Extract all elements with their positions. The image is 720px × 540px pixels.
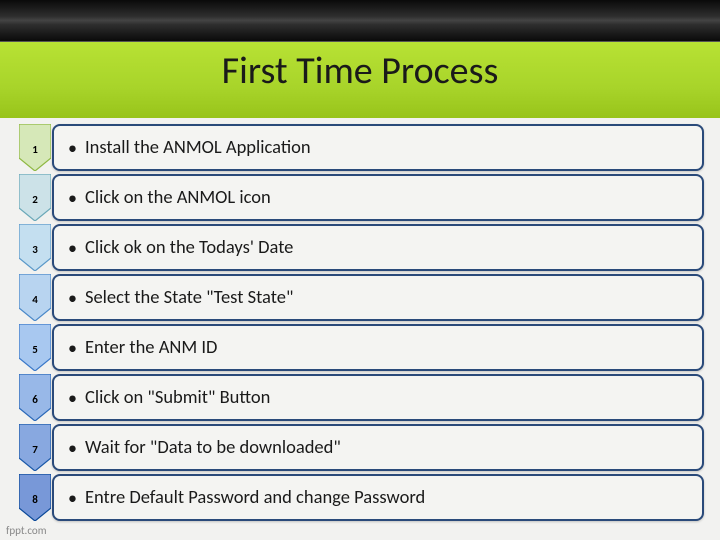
step-number-chevron: 4 xyxy=(16,274,54,321)
bullet-icon: • xyxy=(68,389,77,407)
step-number: 2 xyxy=(32,192,38,205)
step-number: 7 xyxy=(32,442,38,455)
steps-list: 1 • Install the ANMOL Application 2 • Click … xyxy=(16,124,704,518)
step-text-box: • Click ok on the Todays' Date xyxy=(52,224,704,271)
step-number-chevron: 5 xyxy=(16,324,54,371)
footer-watermark: fppt.com xyxy=(6,524,46,537)
step-number: 6 xyxy=(32,392,38,405)
step-text: Click on "Submit" Button xyxy=(85,388,270,407)
step-number: 8 xyxy=(32,492,38,505)
step-row: 3 • Click ok on the Todays' Date xyxy=(16,224,704,271)
bullet-icon: • xyxy=(68,439,77,457)
step-text-box: • Entre Default Password and change Passw… xyxy=(52,474,704,521)
step-text-box: • Select the State "Test State" xyxy=(52,274,704,321)
step-number-chevron: 7 xyxy=(16,424,54,471)
step-text: Click ok on the Todays' Date xyxy=(85,238,293,257)
step-text: Enter the ANM ID xyxy=(85,338,217,357)
step-text-box: • Click on "Submit" Button xyxy=(52,374,704,421)
step-number-chevron: 6 xyxy=(16,374,54,421)
step-number-chevron: 2 xyxy=(16,174,54,221)
bullet-icon: • xyxy=(68,339,77,357)
step-text: Wait for "Data to be downloaded" xyxy=(85,438,341,457)
step-text: Select the State "Test State" xyxy=(85,288,293,307)
slide-title: First Time Process xyxy=(0,48,720,94)
step-row: 2 • Click on the ANMOL icon xyxy=(16,174,704,221)
bullet-icon: • xyxy=(68,239,77,257)
step-number: 5 xyxy=(32,342,38,355)
step-text: Click on the ANMOL icon xyxy=(85,188,271,207)
step-row: 8 • Entre Default Password and change Pass… xyxy=(16,474,704,521)
step-number: 1 xyxy=(32,142,38,155)
step-row: 1 • Install the ANMOL Application xyxy=(16,124,704,171)
header-dark-bar xyxy=(0,0,720,42)
bullet-icon: • xyxy=(68,289,77,307)
step-number: 4 xyxy=(32,292,38,305)
step-row: 7 • Wait for "Data to be downloaded" xyxy=(16,424,704,471)
bullet-icon: • xyxy=(68,489,77,507)
step-row: 6 • Click on "Submit" Button xyxy=(16,374,704,421)
bullet-icon: • xyxy=(68,189,77,207)
step-text-box: • Enter the ANM ID xyxy=(52,324,704,371)
step-row: 5 • Enter the ANM ID xyxy=(16,324,704,371)
step-number-chevron: 1 xyxy=(16,124,54,171)
bullet-icon: • xyxy=(68,139,77,157)
step-row: 4 • Select the State "Test State" xyxy=(16,274,704,321)
step-text: Entre Default Password and change Passwo… xyxy=(85,488,425,507)
step-number-chevron: 8 xyxy=(16,474,54,521)
step-text-box: • Wait for "Data to be downloaded" xyxy=(52,424,704,471)
slide: First Time Process 1 • Install the ANMOL A… xyxy=(0,0,720,540)
step-text-box: • Click on the ANMOL icon xyxy=(52,174,704,221)
step-number: 3 xyxy=(32,242,38,255)
step-text-box: • Install the ANMOL Application xyxy=(52,124,704,171)
step-text: Install the ANMOL Application xyxy=(85,138,311,157)
step-number-chevron: 3 xyxy=(16,224,54,271)
